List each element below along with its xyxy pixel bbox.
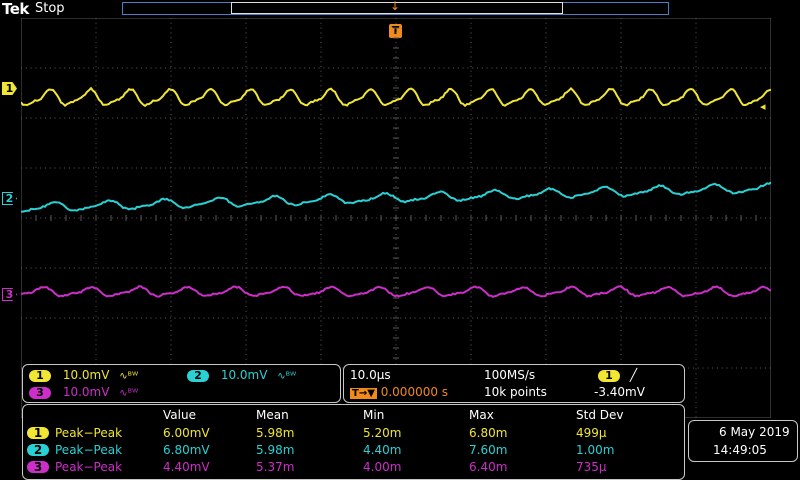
- graticule-grid: [21, 18, 771, 418]
- trigger-slope-icon: ╱: [630, 368, 637, 382]
- meas-mean: 5.98m: [256, 443, 294, 457]
- record-length: 10k points: [484, 385, 547, 399]
- graticule[interactable]: [21, 18, 771, 418]
- meas-min: 5.20m: [363, 426, 401, 440]
- col-header-std-dev: Std Dev: [576, 408, 623, 422]
- meas-name: Peak−Peak: [55, 460, 122, 474]
- meas-mean: 5.98m: [256, 426, 294, 440]
- col-header-value: Value: [163, 408, 196, 422]
- trigger-position-arrow-icon: ↓: [390, 0, 400, 12]
- ch3-bandwidth-icon: ∿ᴮᵂ: [119, 388, 138, 399]
- meas-value: 4.40mV: [163, 460, 210, 474]
- ch2-scale[interactable]: 10.0mV: [221, 368, 268, 382]
- ch1-ground-marker[interactable]: 1: [2, 82, 17, 95]
- date-time-panel[interactable]: 6 May 2019 14:49:05: [688, 420, 798, 462]
- ch1-bandwidth-icon: ∿ᴮᵂ: [119, 371, 138, 382]
- meas-min: 4.00m: [363, 460, 401, 474]
- meas-std-dev: 1.00m: [576, 443, 614, 457]
- acquisition-state: Stop: [35, 1, 65, 16]
- meas-std-dev: 735μ: [576, 460, 607, 474]
- ch2-ground-marker[interactable]: 2: [2, 192, 17, 205]
- vertical-settings-panel[interactable]: 1 10.0mV ∿ᴮᵂ 2 10.0mV ∿ᴮᵂ 3 10.0mV ∿ᴮᵂ: [22, 364, 341, 403]
- ch1-scale[interactable]: 10.0mV: [63, 368, 110, 382]
- ch1-badge[interactable]: 1: [29, 370, 51, 382]
- ch3-scale[interactable]: 10.0mV: [63, 385, 110, 399]
- meas-name: Peak−Peak: [55, 443, 122, 457]
- meas-mean: 5.37m: [256, 460, 294, 474]
- meas-value: 6.80mV: [163, 443, 210, 457]
- meas-max: 7.60m: [469, 443, 507, 457]
- horizontal-trigger-panel[interactable]: 10.0μs 100MS/s 1 ╱ T→▼ 0.000000 s 10k po…: [343, 364, 685, 403]
- ch2-badge[interactable]: 2: [187, 370, 209, 382]
- trigger-source-badge[interactable]: 1: [598, 370, 620, 382]
- meas-name: Peak−Peak: [55, 426, 122, 440]
- ch2-bandwidth-icon: ∿ᴮᵂ: [277, 371, 296, 382]
- meas-value: 6.00mV: [163, 426, 210, 440]
- meas-min: 4.40m: [363, 443, 401, 457]
- meas-max: 6.80m: [469, 426, 507, 440]
- trigger-level[interactable]: -3.40mV: [594, 385, 645, 399]
- time: 14:49:05: [713, 443, 767, 457]
- col-header-max: Max: [469, 408, 494, 422]
- col-header-mean: Mean: [256, 408, 289, 422]
- ch3-badge[interactable]: 3: [29, 387, 51, 399]
- trigger-level-marker-icon[interactable]: ◂: [760, 100, 766, 113]
- ch3-ground-marker[interactable]: 3: [2, 288, 17, 301]
- date: 6 May 2019: [719, 425, 790, 439]
- time-per-division[interactable]: 10.0μs: [350, 368, 391, 382]
- trigger-delay-value[interactable]: 0.000000 s: [381, 385, 448, 399]
- measurement-panel[interactable]: Value Mean Min Max Std Dev 1 Peak−Peak 6…: [22, 404, 685, 480]
- meas-std-dev: 499μ: [576, 426, 607, 440]
- brand-logo: Tek: [2, 0, 29, 18]
- status-bar: Tek Stop ↓: [0, 0, 800, 18]
- meas-ch2-badge: 2: [27, 444, 49, 456]
- meas-ch3-badge: 3: [27, 461, 49, 473]
- trigger-delay-icon: T→▼: [350, 388, 377, 399]
- col-header-min: Min: [363, 408, 384, 422]
- sample-rate: 100MS/s: [484, 368, 535, 382]
- meas-ch1-badge: 1: [27, 427, 49, 439]
- meas-max: 6.40m: [469, 460, 507, 474]
